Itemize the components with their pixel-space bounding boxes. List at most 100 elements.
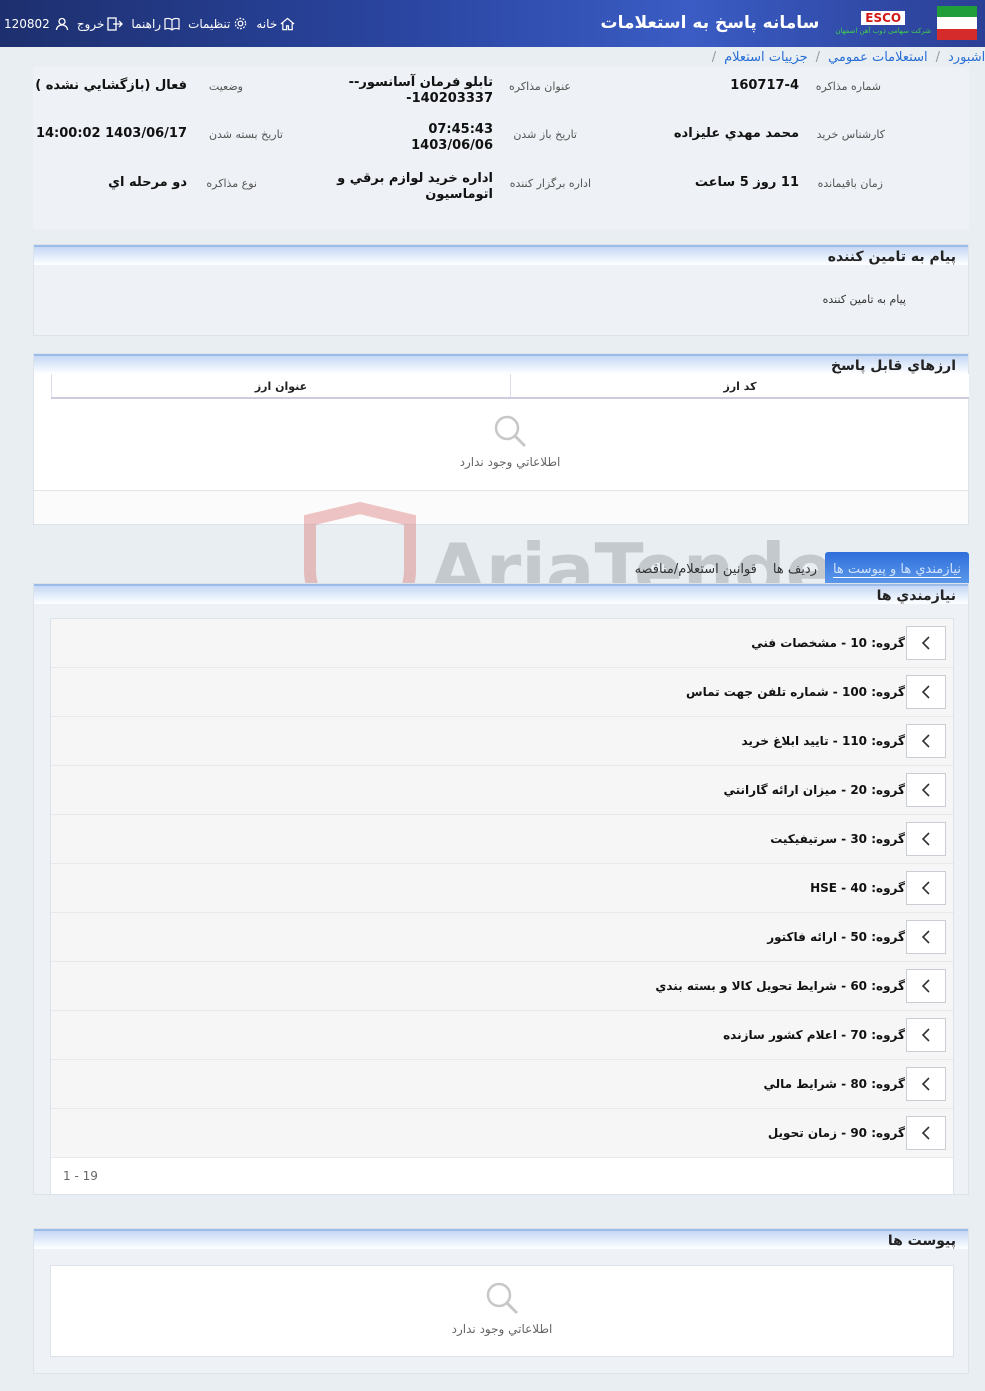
need-group-label: گروه: 70 - اعلام کشور سازنده [723,1028,905,1042]
tab-rules[interactable]: قوانين استعلام/مناقصه [627,562,765,583]
need-group-label: گروه: 20 - ميزان ارائه گارانتي [723,783,905,797]
title-value-line2: 140203337- [406,91,493,106]
system-title: سامانه پاسخ به استعلامات [600,13,820,33]
chevron-left-icon[interactable] [906,1067,946,1101]
title-label: عنوان مذاکره [509,80,571,93]
breadcrumb-separator: / [711,49,717,65]
need-group-label: گروه: 10 - مشخصات فني [751,636,905,650]
tab-needs-attachments[interactable]: نيازمندي ها و پيوست ها [824,552,969,583]
need-group-label: گروه: 110 - تاييد ابلاغ خريد [741,734,905,748]
user-icon [55,17,68,30]
brand: ESCO شرکت سهامی ذوب آهن اصفهان سامانه پا… [600,6,977,40]
need-group-label: گروه: 60 - شرايط تحويل کالا و بسته بندي [655,979,905,993]
chevron-left-icon[interactable] [906,626,946,660]
need-group-row[interactable]: گروه: 20 - ميزان ارائه گارانتي [51,766,953,815]
currencies-table-header: کد ارز عنوان ارز [51,374,969,399]
need-group-label: گروه: 80 - شرايط مالي [763,1077,905,1091]
type-label: نوع مذاکره [206,177,257,190]
top-header: ESCO شرکت سهامی ذوب آهن اصفهان سامانه پا… [0,0,985,47]
need-group-row[interactable]: گروه: 100 - شماره تلفن جهت تماس [51,668,953,717]
breadcrumb-separator: / [815,49,821,65]
breadcrumb: داشبورد / استعلامات عمومي / جزييات استعل… [0,47,985,67]
buyer-label: کارشناس خريد [816,128,885,141]
chevron-left-icon[interactable] [906,920,946,954]
chevron-left-icon[interactable] [906,724,946,758]
need-group-label: گروه: 40 - HSE [810,881,905,895]
attachments-title: پيوست ها [34,1229,968,1249]
col-currency-code[interactable]: کد ارز [510,374,969,397]
supplier-message-body: پيام به تامين کننده [822,293,906,306]
logout-link[interactable]: خروج [77,17,124,31]
esco-logo: ESCO شرکت سهامی ذوب آهن اصفهان [835,11,931,35]
chevron-left-icon[interactable] [906,1018,946,1052]
need-group-row[interactable]: گروه: 30 - سرتيفيکيت [51,815,953,864]
need-group-label: گروه: 90 - زمان تحويل [767,1126,905,1140]
need-group-row[interactable]: گروه: 80 - شرايط مالي [51,1060,953,1109]
user-id: 120802 [4,16,50,31]
currencies-footer [34,490,968,524]
number-value: 160717-4 [730,78,799,93]
attachments-empty: اطلاعاتي وجود ندارد [50,1265,954,1357]
supplier-message-panel: پيام به تامين کننده پيام به تامين کننده [33,244,969,336]
currencies-panel: ارزهاي قابل پاسخ کد ارز عنوان ارز اطلاعا… [33,353,969,525]
needs-list: گروه: 10 - مشخصات فني گروه: 100 - شماره ت… [50,618,954,1195]
breadcrumb-current: جزييات استعلام [724,49,808,65]
chevron-left-icon[interactable] [906,675,946,709]
close-date-label: تاريخ بسته شدن [208,128,283,141]
book-icon [164,17,180,31]
col-currency-name[interactable]: عنوان ارز [51,374,510,397]
dept-label: اداره برگزار کننده [509,177,591,190]
need-group-row[interactable]: گروه: 90 - زمان تحويل [51,1109,953,1158]
remaining-value: 11 روز 5 ساعت [694,175,799,190]
title-value-line1: تابلو فرمان آسانسور-- [348,75,493,90]
need-group-row[interactable]: گروه: 40 - HSE [51,864,953,913]
close-date-value: 1403/06/17 14:00:02 [35,126,187,141]
needs-title: نيازمندي ها [34,584,968,604]
buyer-value: محمد مهدي عليزاده [673,126,799,141]
number-label: شماره مذاکره [815,80,881,93]
need-group-row[interactable]: گروه: 70 - اعلام کشور سازنده [51,1011,953,1060]
home-icon [280,17,295,30]
home-link[interactable]: خانه [256,17,295,31]
status-label: وضعيت [208,80,243,93]
type-value: دو مرحله اي [108,175,187,190]
search-icon [494,415,527,448]
need-group-label: گروه: 50 - ارائه فاکتور [767,930,905,944]
open-date-time: 07:45:43 [428,122,493,137]
chevron-left-icon[interactable] [906,773,946,807]
chevron-left-icon[interactable] [906,969,946,1003]
user-menu[interactable]: 120802 [4,17,69,31]
currencies-table: کد ارز عنوان ارز اطلاعاتي وجود ندارد [51,374,969,469]
top-nav: 120802 خروج راهنما تنظیمات خانه [0,0,299,47]
needs-panel: نيازمندي ها گروه: 10 - مشخصات فني گروه: 1… [33,583,969,1195]
search-icon [486,1282,519,1315]
settings-link[interactable]: تنظیمات [188,16,248,31]
attachments-panel: پيوست ها اطلاعاتي وجود ندارد [33,1228,969,1374]
need-group-row[interactable]: گروه: 60 - شرايط تحويل کالا و بسته بندي [51,962,953,1011]
need-group-row[interactable]: گروه: 110 - تاييد ابلاغ خريد [51,717,953,766]
open-date-label: تاريخ باز شدن [513,128,577,141]
need-group-label: گروه: 100 - شماره تلفن جهت تماس [686,685,905,699]
logout-icon [107,16,124,31]
detail-tabs: نيازمندي ها و پيوست ها رديف ها قوانين اس… [627,543,969,583]
gear-icon [235,17,247,30]
inquiry-info-panel: شماره مذاکره 160717-4 عنوان مذاکره تابلو… [33,67,969,229]
need-group-row[interactable]: گروه: 10 - مشخصات فني [51,619,953,668]
chevron-left-icon[interactable] [906,871,946,905]
chevron-left-icon[interactable] [906,822,946,856]
currencies-title: ارزهاي قابل پاسخ [34,354,968,374]
status-value: فعال (بازگشايي نشده ) [35,78,187,93]
pager: 1 - 19 [51,1158,953,1194]
breadcrumb-public-inquiries[interactable]: استعلامات عمومي [828,50,928,65]
chevron-left-icon[interactable] [906,1116,946,1150]
flag-logo [937,6,977,40]
breadcrumb-dashboard[interactable]: داشبورد [948,50,985,65]
open-date-day: 1403/06/06 [411,138,493,153]
need-group-row[interactable]: گروه: 50 - ارائه فاکتور [51,913,953,962]
guide-link[interactable]: راهنما [131,17,180,31]
remaining-label: زمان باقيمانده [817,177,883,190]
tab-rows[interactable]: رديف ها [765,562,825,583]
dept-value-line1: اداره خريد لوازم برقي و [337,171,493,186]
currencies-empty: اطلاعاتي وجود ندارد [51,399,969,469]
need-group-label: گروه: 30 - سرتيفيکيت [770,832,905,846]
